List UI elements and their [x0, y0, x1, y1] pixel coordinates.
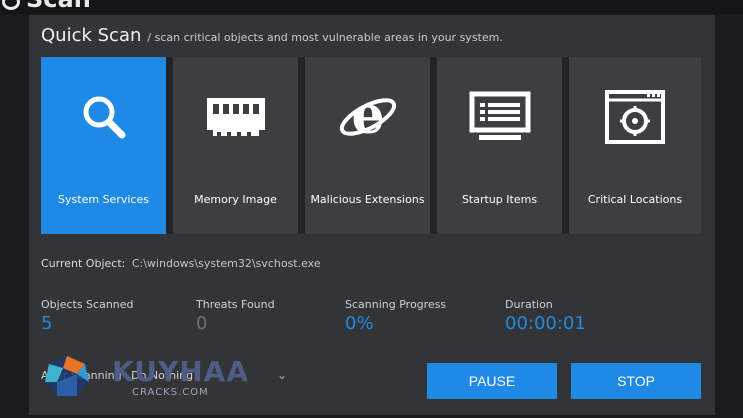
stat-value: 00:00:01: [505, 313, 586, 334]
title-bar: Scan: [0, 0, 743, 14]
scan-areas: System Services Memory Image e Malicious…: [41, 57, 701, 234]
stat-label: Threats Found: [196, 298, 275, 311]
scan-heading: Quick Scan / scan critical objects and m…: [41, 25, 503, 46]
pause-button[interactable]: PAUSE: [427, 363, 557, 399]
monitor-list-icon: [437, 57, 562, 177]
watermark-subtext: CRACKS.COM: [132, 387, 209, 398]
app-logo-icon: [2, 0, 20, 10]
current-object: Current Object: C:\windows\system32\svch…: [41, 257, 321, 270]
svg-text:e: e: [351, 86, 384, 146]
window-title: Scan: [26, 0, 91, 13]
tile-label: System Services: [58, 193, 149, 206]
memory-chip-icon: [173, 57, 298, 177]
page-subtitle: / scan critical objects and most vulnera…: [147, 31, 503, 44]
search-icon: [41, 57, 166, 177]
chevron-down-icon[interactable]: ⌄: [277, 368, 287, 382]
stat-objects-scanned: Objects Scanned 5: [41, 298, 134, 334]
current-object-label: Current Object:: [41, 257, 126, 270]
stat-threats-found: Threats Found 0: [196, 298, 275, 334]
stat-label: Duration: [505, 298, 553, 311]
tile-system-services[interactable]: System Services: [41, 57, 166, 234]
tile-label: Malicious Extensions: [310, 193, 425, 206]
current-object-value: C:\windows\system32\svchost.exe: [131, 257, 321, 270]
stat-scanning-progress: Scanning Progress 0%: [345, 298, 446, 334]
stat-value: 0: [196, 313, 208, 334]
stat-value: 0%: [345, 313, 374, 334]
stat-label: Scanning Progress: [345, 298, 447, 311]
stat-label: Objects Scanned: [41, 298, 134, 311]
stat-duration: Duration 00:00:01: [505, 298, 586, 334]
target-window-icon: [569, 57, 701, 177]
tile-malicious-extensions[interactable]: e Malicious Extensions: [305, 57, 430, 234]
stat-value: 5: [41, 313, 53, 334]
tile-critical-locations[interactable]: Critical Locations: [569, 57, 701, 234]
tile-divider: [430, 57, 437, 234]
watermark-text: KUYHAA: [112, 355, 249, 388]
tile-label: Startup Items: [461, 193, 538, 206]
stop-button[interactable]: STOP: [571, 363, 701, 399]
tile-label: Critical Locations: [587, 193, 683, 206]
tile-divider: [562, 57, 569, 234]
tile-memory-image[interactable]: Memory Image: [173, 57, 298, 234]
tile-startup-items[interactable]: Startup Items: [437, 57, 562, 234]
tile-divider: [166, 57, 173, 234]
internet-explorer-icon: e: [305, 57, 430, 177]
page-title: Quick Scan: [41, 25, 142, 46]
tile-divider: [298, 57, 305, 234]
tile-label: Memory Image: [194, 193, 277, 206]
